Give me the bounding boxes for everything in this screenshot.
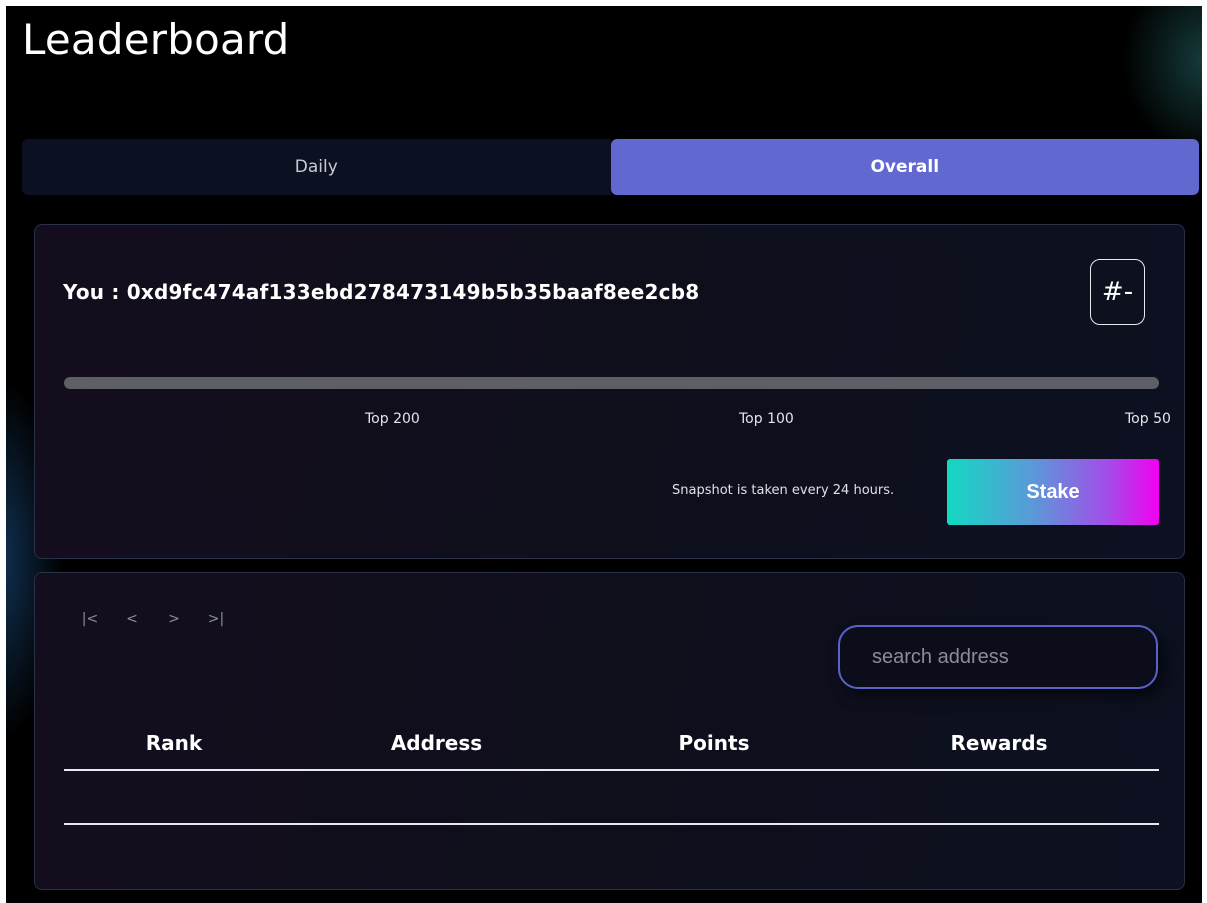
column-header-rank: Rank [145,731,203,755]
stake-button[interactable]: Stake [947,459,1159,525]
search-input[interactable] [840,627,1156,687]
table-header: Rank Address Points Rewards [64,717,1159,771]
page-title: Leaderboard [22,15,290,64]
first-page-icon[interactable]: |< [79,611,101,627]
rank-progress-bar [64,377,1159,389]
leaderboard-page: Leaderboard Daily Overall You : 0xd9fc47… [0,0,1207,903]
column-header-address: Address [390,731,483,755]
user-rank-card: You : 0xd9fc474af133ebd278473149b5b35baa… [34,224,1185,559]
column-header-rewards: Rewards [950,731,1048,755]
next-page-icon[interactable]: > [163,611,185,627]
tab-daily[interactable]: Daily [22,139,611,195]
search-box [838,625,1158,689]
pagination: |< < > >| [79,611,227,627]
milestone-top-100: Top 100 [739,411,794,427]
column-header-points: Points [678,731,750,755]
milestone-top-50: Top 50 [1125,411,1171,427]
snapshot-note: Snapshot is taken every 24 hours. [672,483,895,498]
frame-left-edge [0,0,6,903]
frame-top-edge [0,0,1207,6]
milestone-top-200: Top 200 [365,411,420,427]
frame-right-edge [1202,0,1207,903]
user-address: You : 0xd9fc474af133ebd278473149b5b35baa… [63,280,700,304]
table-body-empty [64,771,1159,825]
period-tabs: Daily Overall [22,139,1199,195]
leaderboard-table-card: |< < > >| Rank Address Points Rewards [34,572,1185,890]
user-rank-badge: #- [1090,259,1145,325]
last-page-icon[interactable]: >| [205,611,227,627]
prev-page-icon[interactable]: < [121,611,143,627]
tab-overall[interactable]: Overall [610,139,1199,195]
